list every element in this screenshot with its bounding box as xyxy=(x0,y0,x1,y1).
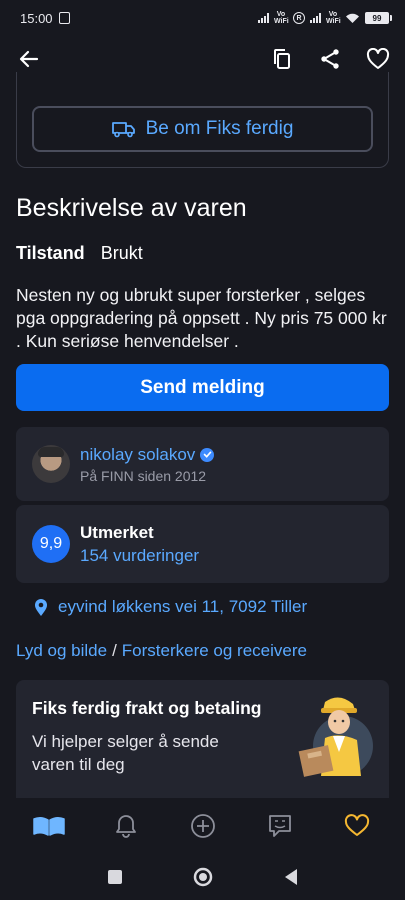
bottom-navigation xyxy=(0,798,405,854)
plus-circle-icon xyxy=(190,814,215,838)
condition-label: Tilstand xyxy=(16,243,85,263)
rating-score-badge: 9,9 xyxy=(32,525,70,563)
share-icon xyxy=(321,49,339,69)
nav-home-button[interactable] xyxy=(29,806,69,846)
battery-icon: 99 xyxy=(365,12,392,24)
home-circle-icon[interactable] xyxy=(193,867,213,887)
vowifi-label: Vo WiFi xyxy=(274,11,289,25)
truck-icon xyxy=(111,122,135,138)
address-link[interactable]: eyvind løkkens vei 11, 7092 Tiller xyxy=(34,597,307,617)
breadcrumb: Lyd og bilde / Forsterkere og receivere xyxy=(16,641,307,661)
seller-name[interactable]: nikolay solakov xyxy=(80,445,195,465)
favorite-button[interactable] xyxy=(365,46,391,72)
rating-label: Utmerket xyxy=(80,522,154,542)
bell-icon xyxy=(115,815,136,838)
copy-icon xyxy=(274,49,290,69)
vowifi-label-2: Vo WiFi xyxy=(326,11,341,25)
condition-row: Tilstand Brukt xyxy=(16,243,143,264)
item-description: Nesten ny og ubrukt super forsterker , s… xyxy=(16,285,387,351)
location-pin-icon xyxy=(35,598,47,616)
share-button[interactable] xyxy=(317,46,343,72)
seller-card[interactable]: nikolay solakov På FINN siden 2012 xyxy=(16,427,389,501)
verified-badge-icon xyxy=(200,447,215,462)
heart-icon xyxy=(344,814,369,836)
system-navigation xyxy=(0,854,405,900)
address-text: eyvind løkkens vei 11, 7092 Tiller xyxy=(58,597,308,616)
nav-messages-button[interactable] xyxy=(260,806,300,846)
promo-text: Vi hjelper selger å sende varen til deg xyxy=(32,732,219,774)
rating-card[interactable]: 9,9 Utmerket 154 vurderinger xyxy=(16,505,389,583)
status-bar: 15:00 Vo WiFi R Vo WiFi 99 xyxy=(0,0,405,36)
breadcrumb-separator: / xyxy=(112,641,117,660)
chat-icon xyxy=(268,815,291,837)
arrow-left-icon xyxy=(19,50,39,68)
request-fiks-ferdig-button[interactable]: Be om Fiks ferdig xyxy=(32,106,373,152)
delivery-person-illustration-icon xyxy=(298,697,373,777)
request-fiks-ferdig-label: Be om Fiks ferdig xyxy=(145,118,294,139)
section-title: Beskrivelse av varen xyxy=(16,194,247,222)
heart-icon xyxy=(366,48,390,69)
nfc-icon xyxy=(58,12,70,24)
promo-title: Fiks ferdig frakt og betaling xyxy=(32,698,262,718)
signal-icon xyxy=(258,13,269,23)
status-time: 15:00 xyxy=(20,10,53,26)
nav-favorites-button[interactable] xyxy=(337,806,377,846)
rating-count-link[interactable]: 154 vurderinger xyxy=(80,546,199,566)
home-icon xyxy=(32,816,65,836)
roaming-icon: R xyxy=(293,12,305,24)
back-button[interactable] xyxy=(16,46,42,72)
signal-icon-2 xyxy=(310,13,321,23)
nav-new-ad-button[interactable] xyxy=(183,806,223,846)
avatar[interactable] xyxy=(32,445,70,483)
send-message-button[interactable]: Send melding xyxy=(16,364,389,411)
fiks-ferdig-promo-card[interactable]: Fiks ferdig frakt og betaling Vi hjelper… xyxy=(16,680,389,810)
breadcrumb-item-forsterkere[interactable]: Forsterkere og receivere xyxy=(122,641,307,661)
nav-notifications-button[interactable] xyxy=(106,806,146,846)
copy-button[interactable] xyxy=(269,46,295,72)
recent-apps-icon[interactable] xyxy=(107,869,123,885)
wifi-icon xyxy=(346,13,359,23)
back-triangle-icon[interactable] xyxy=(283,868,299,886)
seller-since: På FINN siden 2012 xyxy=(80,467,207,484)
condition-value: Brukt xyxy=(100,243,143,263)
breadcrumb-item-lyd-og-bilde[interactable]: Lyd og bilde xyxy=(16,641,107,661)
